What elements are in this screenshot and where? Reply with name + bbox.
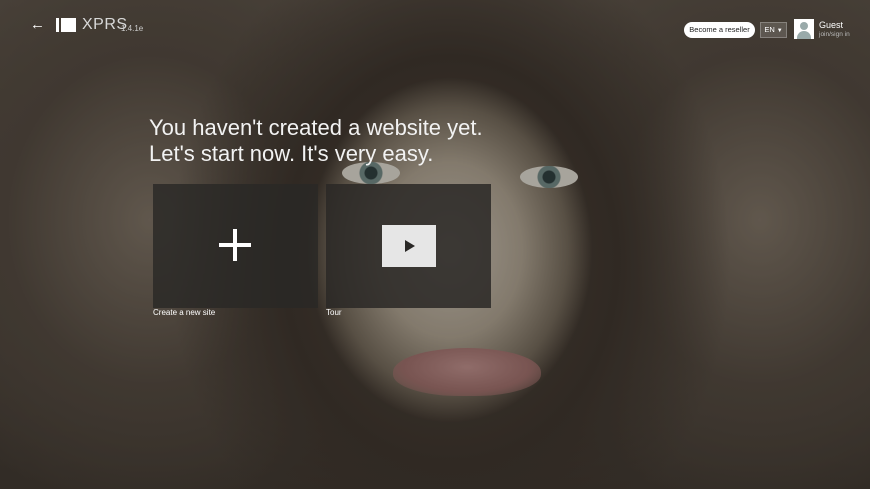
page-title: You haven't created a website yet. Let's…	[149, 115, 483, 167]
headline-line-1: You haven't created a website yet.	[149, 115, 483, 140]
language-value: EN	[764, 25, 775, 34]
join-sign-in-link[interactable]: join/sign in	[819, 31, 850, 38]
tour-label[interactable]: Tour	[326, 308, 342, 317]
version-label: 1.4.1e	[121, 24, 144, 33]
chevron-down-icon: ▼	[776, 28, 783, 34]
plus-icon	[219, 229, 251, 261]
logo-icon	[56, 18, 76, 32]
become-reseller-button[interactable]: Become a reseller	[684, 22, 755, 38]
language-selector[interactable]: EN ▼	[760, 22, 787, 38]
play-icon	[405, 240, 415, 252]
create-new-site-label[interactable]: Create a new site	[153, 308, 215, 317]
back-arrow-icon[interactable]: ←	[30, 17, 45, 33]
headline-line-2: Let's start now. It's very easy.	[149, 141, 434, 166]
user-name: Guest	[819, 20, 844, 30]
avatar[interactable]	[794, 19, 814, 39]
play-button[interactable]	[382, 225, 436, 267]
